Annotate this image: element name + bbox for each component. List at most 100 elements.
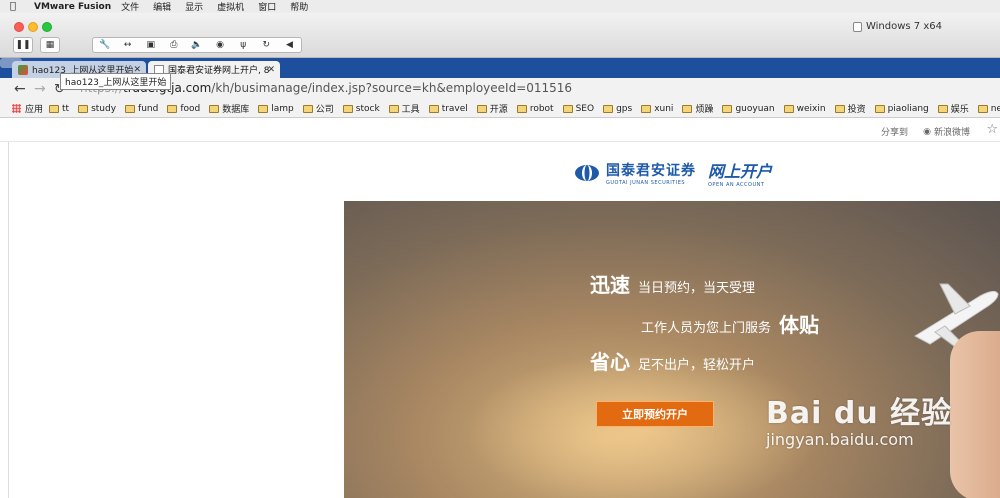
bookmark-folder[interactable]: travel — [428, 103, 468, 114]
bookmark-folder[interactable]: robot — [516, 103, 554, 114]
app-name-menu[interactable]: VMware Fusion — [34, 2, 111, 12]
share-to-label: 分享到 — [880, 128, 908, 138]
menu-edit[interactable]: 编辑 — [153, 0, 171, 13]
apple-icon[interactable]:  — [10, 1, 24, 12]
hero-line-fast: 迅速 当日预约，当天受理 — [590, 269, 755, 298]
folder-icon — [516, 104, 527, 113]
bookmark-folder[interactable]: 开源 — [476, 102, 508, 115]
apps-grid-icon — [12, 104, 21, 113]
open-account-logo: 网上开户 OPEN AN ACCOUNT — [708, 158, 772, 188]
bookmark-folder[interactable]: 投资 — [834, 102, 866, 115]
bookmark-folder[interactable]: 工具 — [388, 102, 420, 115]
weibo-icon: ◉ — [923, 126, 931, 137]
hand-image — [950, 331, 1000, 498]
vm-file-icon — [852, 21, 862, 32]
book-account-button[interactable]: 立即预约开户 — [596, 401, 714, 427]
sound-icon[interactable]: 🔈 — [185, 40, 208, 50]
bookmark-label: study — [91, 103, 117, 114]
bookmark-star-icon[interactable]: ☆ — [986, 122, 998, 137]
bookmark-folder[interactable]: tt — [49, 104, 69, 114]
disk-icon[interactable]: ▣ — [139, 40, 162, 50]
hero-keyword: 省心 — [590, 350, 630, 374]
bookmark-label: 烦躁 — [695, 105, 714, 115]
window-minimize-button[interactable] — [28, 22, 38, 32]
snapshot-icon: ▦ — [45, 40, 55, 50]
bookmark-folder[interactable]: 数据库 — [209, 102, 249, 115]
bookmark-folder[interactable]: SEO — [562, 104, 594, 114]
bookmark-label: lamp — [271, 103, 294, 114]
bookmarks-bar: 应用 tt study fund food 数据库 lamp 公司 stock … — [0, 100, 1000, 118]
bookmark-label: new — [990, 103, 1000, 114]
left-divider — [8, 142, 9, 498]
brand-name-en: GUOTAI JUNAN SECURITIES — [606, 180, 686, 186]
bookmark-folder[interactable]: piaoliang — [874, 104, 929, 114]
camera-icon[interactable]: ◉ — [209, 40, 232, 50]
menu-window[interactable]: 窗口 — [258, 0, 276, 13]
watermark-url: jingyan.baidu.com — [766, 430, 914, 449]
brand-text: 国泰君安证券 GUOTAI JUNAN SECURITIES — [606, 160, 696, 186]
page-content: 分享到 ◉ 新浪微博 ☆ 国泰君安证券 GUOTAI JUNAN SECURIT… — [0, 118, 1000, 498]
bookmark-folder[interactable]: new — [977, 103, 1000, 114]
folder-icon — [388, 104, 399, 113]
bookmark-folder[interactable]: stock — [342, 104, 380, 114]
bookmark-folder[interactable]: guoyuan — [722, 104, 775, 114]
bookmark-label: 娱乐 — [950, 105, 969, 115]
bookmark-folder[interactable]: food — [167, 104, 200, 114]
network-arrows-icon[interactable]: ↔ — [116, 40, 139, 50]
folder-icon — [603, 104, 614, 113]
bookmark-label: 投资 — [847, 105, 866, 115]
menu-vm[interactable]: 虚拟机 — [217, 0, 244, 13]
open-account-cn: 网上开户 — [708, 162, 773, 181]
usb-icon[interactable]: ψ — [232, 40, 255, 50]
hero-desc: 工作人员为您上门服务 — [641, 321, 772, 336]
bookmark-folder[interactable]: fund — [125, 104, 158, 114]
menu-view[interactable]: 显示 — [185, 0, 203, 13]
back-arrow-icon[interactable]: ← — [14, 81, 26, 97]
pause-icon: ❚❚ — [15, 40, 31, 50]
bookmark-folder[interactable]: 娱乐 — [937, 102, 969, 115]
brand-name-cn: 国泰君安证券 — [606, 163, 696, 179]
hero-keyword: 体贴 — [779, 313, 820, 337]
bookmark-label: food — [180, 103, 201, 114]
menu-help[interactable]: 帮助 — [290, 0, 308, 13]
more-arrow-icon[interactable]: ◀ — [278, 40, 301, 50]
bookmark-folder[interactable]: xuni — [641, 104, 673, 114]
gtja-logo[interactable]: 国泰君安证券 GUOTAI JUNAN SECURITIES 网上开户 OPEN… — [574, 158, 772, 188]
vmware-toolbar: Windows 7 x64 ❚❚ ▦ 🔧 ↔ ▣ ⎙ 🔈 ◉ ψ ↻ ◀ — [0, 13, 1000, 58]
folder-icon — [977, 104, 988, 113]
folder-icon — [428, 104, 439, 113]
share-icon[interactable]: ↻ — [255, 40, 278, 50]
folder-icon — [49, 104, 60, 113]
hero-line-caring: 工作人员为您上门服务 体贴 — [641, 309, 819, 338]
bookmark-folder[interactable]: 公司 — [302, 102, 334, 115]
settings-wrench-icon[interactable]: 🔧 — [93, 40, 116, 50]
vm-window-title: Windows 7 x64 — [852, 21, 942, 32]
snapshot-button[interactable]: ▦ — [40, 37, 60, 53]
url-input[interactable]: https://trade.gtja.com/kh/busimanage/ind… — [72, 79, 1000, 98]
forward-arrow-icon[interactable]: → — [34, 81, 46, 97]
bookmark-folder[interactable]: study — [78, 104, 116, 114]
bookmark-label: xuni — [654, 103, 674, 114]
bookmark-label: 公司 — [315, 105, 334, 115]
folder-icon — [834, 104, 845, 113]
bookmark-folder[interactable]: lamp — [258, 104, 294, 114]
bookmark-label: travel — [441, 103, 468, 114]
apps-shortcut[interactable]: 应用 — [12, 102, 43, 115]
weibo-share-link[interactable]: ◉ 新浪微博 — [923, 125, 970, 139]
bookmark-folder[interactable]: gps — [603, 104, 632, 114]
folder-icon — [682, 104, 693, 113]
folder-icon — [641, 104, 652, 113]
bookmark-folder[interactable]: weixin — [783, 104, 826, 114]
bookmark-folder[interactable]: 烦躁 — [682, 102, 713, 115]
tab-close-icon[interactable]: ✕ — [267, 65, 275, 75]
folder-icon — [78, 104, 89, 113]
bookmark-label: fund — [138, 103, 159, 114]
window-zoom-button[interactable] — [42, 22, 52, 32]
printer-icon[interactable]: ⎙ — [162, 40, 185, 50]
bookmark-label: robot — [529, 103, 554, 114]
window-close-button[interactable] — [14, 22, 24, 32]
pause-button[interactable]: ❚❚ — [13, 37, 33, 53]
folder-icon — [125, 104, 136, 113]
menu-file[interactable]: 文件 — [121, 0, 139, 13]
bookmark-label: 数据库 — [222, 105, 250, 115]
